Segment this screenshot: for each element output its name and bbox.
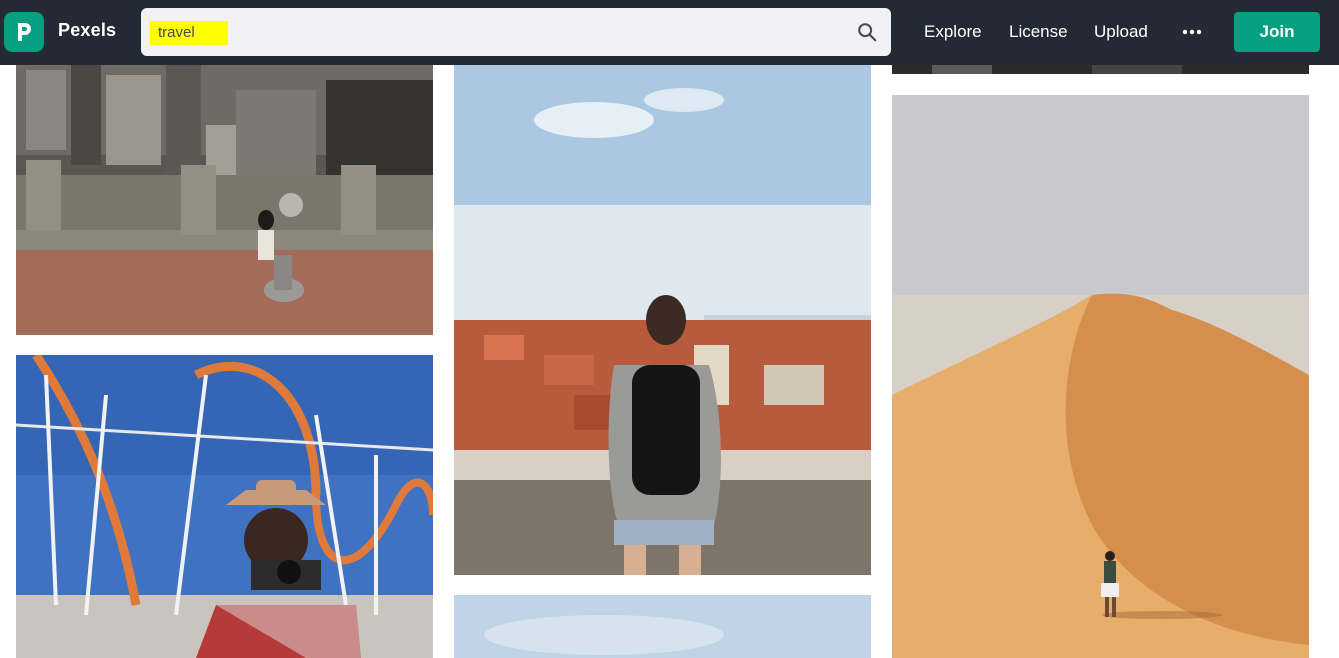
top-navigation-bar: Pexels travel Explore License Upload Joi… [0,0,1339,65]
photo-sky-partial[interactable] [454,595,871,658]
more-horizontal-icon [1182,29,1202,35]
nav-upload-link[interactable]: Upload [1094,22,1148,42]
more-options-button[interactable] [1180,20,1204,44]
nav-explore-link[interactable]: Explore [924,22,982,42]
photo-city-rooftop[interactable] [16,65,433,335]
brand-name[interactable]: Pexels [58,20,116,41]
nav-license-link[interactable]: License [1009,22,1068,42]
search-input[interactable] [141,8,841,56]
search-button[interactable] [855,20,879,44]
search-icon [858,23,877,42]
join-button[interactable]: Join [1234,12,1320,52]
photo-woman-overlooking-city[interactable] [454,65,871,575]
search-box: travel [141,8,891,56]
photo-rollercoaster-photographer[interactable] [16,355,433,658]
photo-dark-partial[interactable] [892,65,1309,74]
pexels-logo-icon[interactable] [4,12,44,52]
photo-desert-dune[interactable] [892,95,1309,658]
